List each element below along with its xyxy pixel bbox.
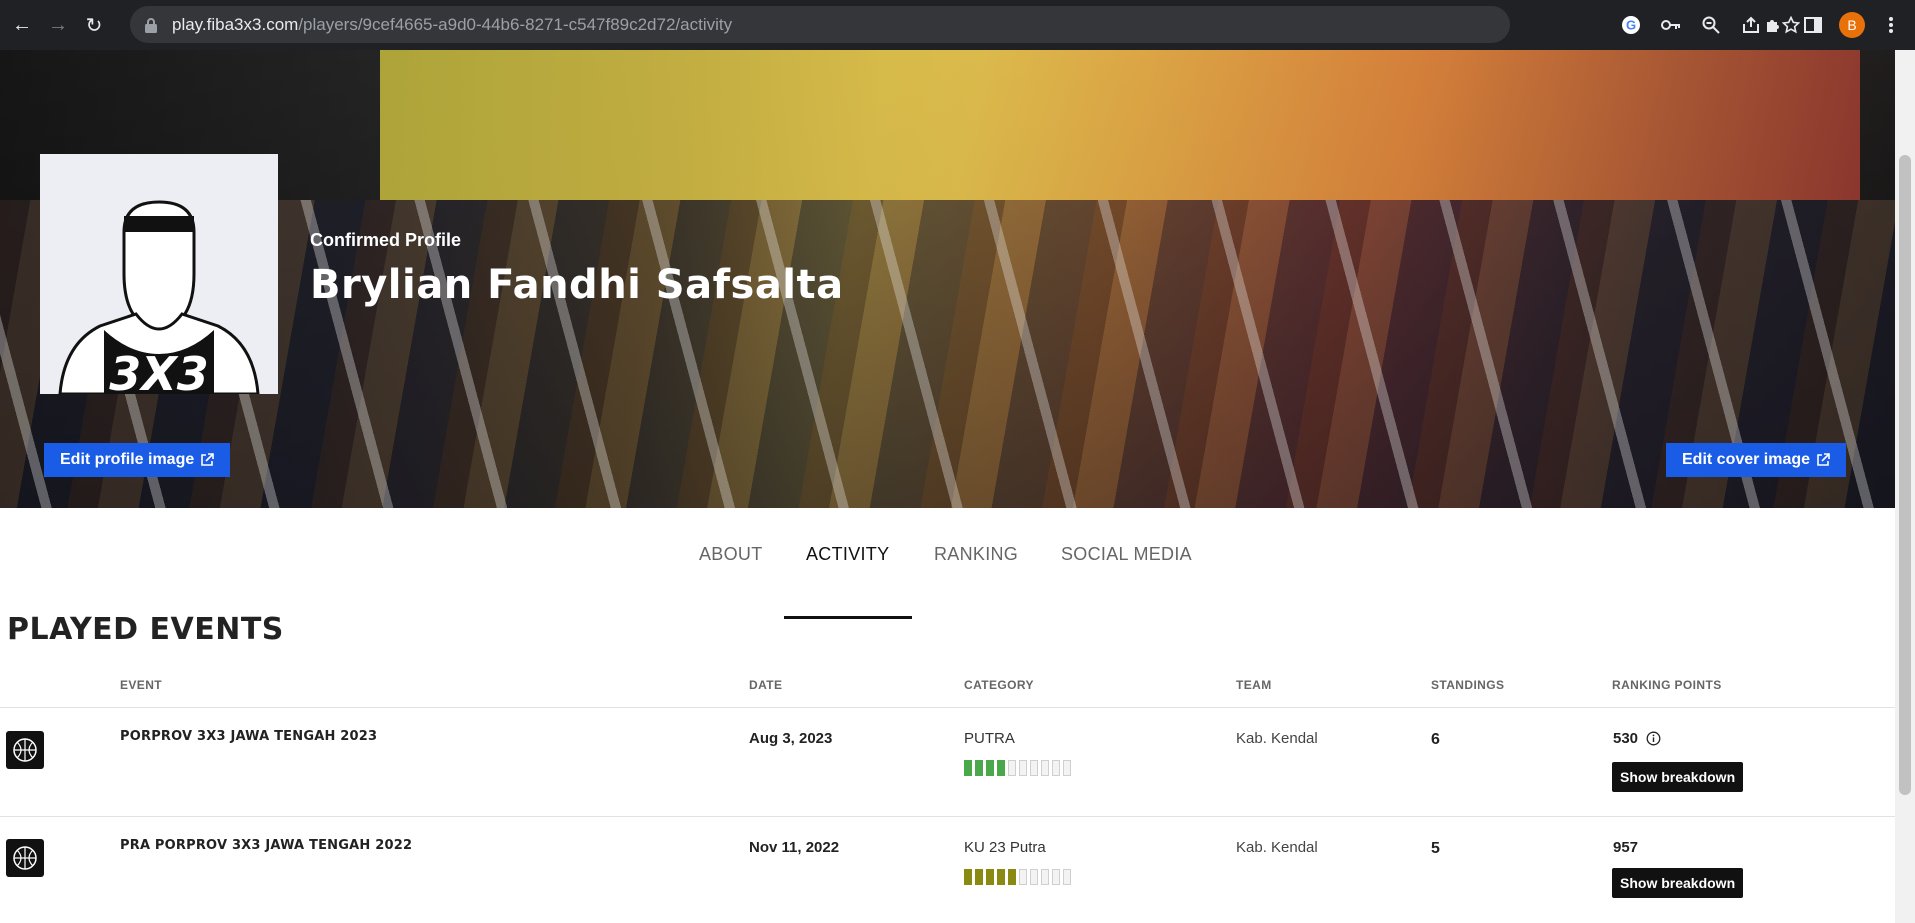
address-bar[interactable]: play.fiba3x3.com/players/9cef4665-a9d0-4… bbox=[130, 6, 1510, 43]
edit-profile-image-label: Edit profile image bbox=[60, 451, 195, 468]
level-bar-segment bbox=[1041, 760, 1049, 776]
show-breakdown-button[interactable]: Show breakdown bbox=[1612, 868, 1744, 898]
header-divider bbox=[0, 707, 1895, 708]
event-name[interactable]: PORPROV 3X3 JAWA TENGAH 2023 bbox=[120, 729, 377, 744]
tab-about[interactable]: ABOUT bbox=[699, 544, 763, 565]
ranking-points-value: 957 bbox=[1613, 839, 1639, 856]
level-bar-segment bbox=[964, 760, 972, 776]
level-bar-segment bbox=[975, 869, 983, 885]
ranking-points: 957 bbox=[1613, 839, 1638, 856]
event-category: KU 23 Putra bbox=[964, 839, 1046, 856]
svg-text:3X3: 3X3 bbox=[109, 347, 208, 394]
level-bar-segment bbox=[975, 760, 983, 776]
player-name: Brylian Fandhi Safsalta bbox=[310, 262, 844, 308]
page-content: 3X3 Confirmed Profile Brylian Fandhi Saf… bbox=[0, 50, 1895, 923]
show-breakdown-button[interactable]: Show breakdown bbox=[1612, 762, 1744, 792]
section-title: PLAYED EVENTS bbox=[7, 612, 284, 647]
level-bar-segment bbox=[1052, 869, 1060, 885]
col-header-ranking-points: RANKING POINTS bbox=[1612, 678, 1722, 692]
level-bar-segment bbox=[1052, 760, 1060, 776]
side-panel-icon[interactable] bbox=[1799, 7, 1827, 44]
standings-value: 5 bbox=[1431, 840, 1440, 857]
edit-cover-image-label: Edit cover image bbox=[1682, 451, 1811, 468]
row-divider bbox=[0, 816, 1895, 817]
col-header-event: EVENT bbox=[120, 678, 163, 692]
menu-dots-icon[interactable] bbox=[1877, 7, 1905, 44]
standings-value: 6 bbox=[1431, 731, 1440, 748]
level-bar-segment bbox=[1063, 760, 1071, 776]
level-bar-segment bbox=[997, 869, 1005, 885]
level-bar-segment bbox=[1019, 760, 1027, 776]
level-bar-segment bbox=[1030, 869, 1038, 885]
col-header-standings: STANDINGS bbox=[1431, 678, 1505, 692]
active-tab-indicator bbox=[784, 616, 912, 619]
info-icon[interactable] bbox=[1646, 731, 1661, 746]
category-level-bars bbox=[964, 760, 1071, 776]
level-bar-segment bbox=[1041, 869, 1049, 885]
tab-activity[interactable]: ACTIVITY bbox=[806, 544, 889, 565]
profile-tabs: ABOUT ACTIVITY RANKING SOCIAL MEDIA bbox=[0, 508, 1895, 624]
extensions-icon[interactable] bbox=[1759, 7, 1787, 44]
external-link-icon bbox=[1817, 453, 1830, 466]
team-name: Kab. Kendal bbox=[1236, 839, 1318, 856]
cover-crowd-graphic bbox=[0, 200, 1895, 508]
level-bar-segment bbox=[1063, 869, 1071, 885]
cover-banner-graphic bbox=[380, 50, 1860, 200]
profile-avatar[interactable]: B bbox=[1839, 12, 1865, 38]
key-icon[interactable] bbox=[1657, 6, 1685, 43]
level-bar-segment bbox=[997, 760, 1005, 776]
ranking-points-value: 530 bbox=[1613, 730, 1639, 747]
svg-text:G: G bbox=[1626, 17, 1636, 32]
event-name[interactable]: PRA PORPROV 3X3 JAWA TENGAH 2022 bbox=[120, 838, 412, 853]
level-bar-segment bbox=[1008, 760, 1016, 776]
zoom-icon[interactable] bbox=[1697, 6, 1725, 43]
lock-icon bbox=[145, 17, 157, 33]
profile-image: 3X3 bbox=[40, 154, 278, 401]
google-lens-icon[interactable]: G bbox=[1617, 6, 1645, 43]
event-logo-icon bbox=[6, 839, 44, 877]
cover-image: 3X3 Confirmed Profile Brylian Fandhi Saf… bbox=[0, 50, 1895, 508]
scrollbar-thumb[interactable] bbox=[1899, 155, 1911, 795]
event-date: Nov 11, 2022 bbox=[749, 839, 840, 856]
level-bar-segment bbox=[1008, 869, 1016, 885]
edit-cover-image-button[interactable]: Edit cover image bbox=[1666, 443, 1847, 477]
col-header-team: TEAM bbox=[1236, 678, 1272, 692]
level-bar-segment bbox=[986, 869, 994, 885]
back-icon[interactable]: ← bbox=[8, 11, 36, 39]
url-text: play.fiba3x3.com/players/9cef4665-a9d0-4… bbox=[172, 14, 733, 34]
level-bar-segment bbox=[1030, 760, 1038, 776]
edit-profile-image-button[interactable]: Edit profile image bbox=[44, 443, 231, 477]
col-header-date: DATE bbox=[749, 678, 783, 692]
browser-toolbar: ← → ↻ play.fiba3x3.com/players/9cef4665-… bbox=[0, 0, 1915, 50]
event-date: Aug 3, 2023 bbox=[749, 730, 833, 747]
event-category: PUTRA bbox=[964, 730, 1015, 747]
external-link-icon bbox=[201, 453, 215, 466]
tab-social-media[interactable]: SOCIAL MEDIA bbox=[1061, 544, 1192, 565]
confirmed-profile-label: Confirmed Profile bbox=[310, 230, 462, 250]
reload-icon[interactable]: ↻ bbox=[80, 11, 108, 39]
col-header-category: CATEGORY bbox=[964, 678, 1034, 692]
forward-icon[interactable]: → bbox=[44, 11, 72, 39]
level-bar-segment bbox=[986, 760, 994, 776]
category-level-bars bbox=[964, 869, 1071, 885]
team-name: Kab. Kendal bbox=[1236, 730, 1318, 747]
page-scrollbar[interactable] bbox=[1895, 50, 1915, 923]
player-silhouette-icon: 3X3 bbox=[58, 200, 260, 401]
level-bar-segment bbox=[1019, 869, 1027, 885]
tab-ranking[interactable]: RANKING bbox=[934, 544, 1018, 565]
level-bar-segment bbox=[964, 869, 972, 885]
ranking-points: 530 bbox=[1613, 730, 1661, 747]
event-logo-icon bbox=[6, 731, 44, 769]
